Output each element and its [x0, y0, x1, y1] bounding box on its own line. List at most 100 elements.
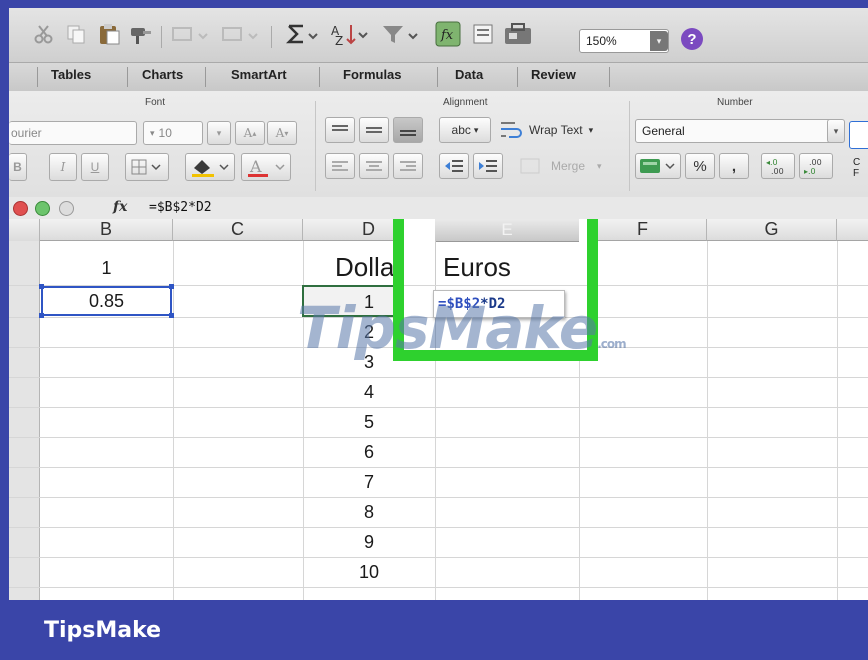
column-header-f[interactable]: F	[579, 219, 707, 241]
row-headers[interactable]	[9, 241, 40, 600]
formula-input[interactable]: =$B$2*D2	[149, 200, 212, 215]
cell-d9[interactable]: 8	[303, 497, 435, 527]
cell-d7[interactable]: 6	[303, 437, 435, 467]
enter-icon[interactable]	[35, 201, 50, 216]
redo-icon[interactable]	[217, 20, 265, 48]
cell-d11[interactable]: 10	[303, 557, 435, 587]
merge-icon	[520, 158, 540, 174]
insert-function-circle-icon[interactable]	[59, 201, 74, 216]
italic-icon[interactable]: I	[49, 153, 77, 181]
selection-handle[interactable]	[169, 284, 174, 289]
standard-toolbar: AZ fx 150% ▾ ?	[9, 8, 868, 62]
font-name-field[interactable]: ourier	[9, 121, 137, 145]
svg-text:.00: .00	[771, 167, 784, 176]
format-painter-icon[interactable]	[127, 20, 155, 48]
merge-button[interactable]: Merge ▾	[519, 153, 619, 179]
watermark-suffix: .com	[597, 337, 626, 351]
tab-divider	[609, 67, 610, 87]
align-middle-icon[interactable]	[359, 117, 389, 143]
conditional-formatting-label: C F	[853, 157, 860, 179]
selection-handle[interactable]	[169, 313, 174, 318]
underline-icon[interactable]: U	[81, 153, 109, 181]
brand-footer: TipsMake	[44, 618, 162, 643]
watermark-text: TipsMake	[297, 294, 598, 362]
toolbox-icon[interactable]	[501, 20, 535, 48]
function-icon[interactable]: fx	[433, 20, 463, 48]
percent-style-button[interactable]: %	[685, 153, 715, 179]
cell-d5[interactable]: 4	[303, 377, 435, 407]
tab-formulas[interactable]: Formulas	[343, 67, 402, 82]
bold-icon[interactable]: B	[9, 153, 27, 181]
align-bottom-icon[interactable]	[393, 117, 423, 143]
cell-d10[interactable]: 9	[303, 527, 435, 557]
font-size-field[interactable]: ▾ 10	[143, 121, 203, 145]
formula-bar: fx =$B$2*D2	[9, 197, 868, 220]
cut-icon[interactable]	[31, 20, 57, 48]
selection-handle[interactable]	[39, 313, 44, 318]
increase-indent-icon[interactable]	[473, 153, 503, 179]
ribbon-tabs: Tables Charts SmartArt Formulas Data Rev…	[9, 62, 868, 92]
grid-line	[707, 241, 708, 600]
column-header-c[interactable]: C	[173, 219, 303, 241]
tab-review[interactable]: Review	[531, 67, 576, 82]
cell-b1[interactable]: 1	[40, 253, 173, 283]
zoom-select[interactable]: 150% ▾	[579, 29, 669, 53]
svg-text:A: A	[249, 157, 262, 176]
cell-d8[interactable]: 7	[303, 467, 435, 497]
tab-divider	[517, 67, 518, 87]
cell-d6[interactable]: 5	[303, 407, 435, 437]
merge-label: Merge	[551, 159, 586, 173]
orientation-button[interactable]: abc ▾	[439, 117, 491, 143]
align-top-icon[interactable]	[325, 117, 355, 143]
filter-icon[interactable]	[379, 20, 425, 48]
tab-divider	[127, 67, 128, 87]
cancel-icon[interactable]	[13, 201, 28, 216]
tab-data[interactable]: Data	[455, 67, 483, 82]
paste-icon[interactable]	[95, 20, 123, 48]
fx-label[interactable]: fx	[113, 199, 127, 215]
worksheet-grid[interactable]: B C D F G 1 0.85 Dollar 1 2 3 4 5 6 7 8 …	[9, 219, 868, 600]
column-header-b[interactable]: B	[40, 219, 173, 241]
comma-style-button[interactable]: ,	[719, 153, 749, 179]
font-size-value: 10	[158, 126, 172, 140]
tab-charts[interactable]: Charts	[142, 67, 183, 82]
toolbar-separator	[271, 26, 272, 48]
accounting-format-icon[interactable]	[635, 153, 681, 179]
sort-icon[interactable]: AZ	[327, 20, 373, 48]
column-header-g[interactable]: G	[707, 219, 837, 241]
decrease-indent-icon[interactable]	[439, 153, 469, 179]
align-left-icon[interactable]	[325, 153, 355, 179]
increase-decimal-icon[interactable]: ◂.0.00	[761, 153, 795, 179]
align-right-icon[interactable]	[393, 153, 423, 179]
conditional-formatting-label-line2: F	[853, 168, 860, 179]
zoom-value: 150%	[586, 34, 617, 48]
number-format-dropdown[interactable]: ▾	[827, 119, 845, 143]
font-color-icon[interactable]: A	[241, 153, 291, 181]
number-format-select[interactable]: General	[635, 119, 835, 143]
ribbon: Font Alignment Number ourier ▾ 10 ▾ A ▴ A…	[9, 91, 868, 198]
copy-icon[interactable]	[63, 20, 89, 48]
selection-handle[interactable]	[39, 284, 44, 289]
font-size-dropdown[interactable]: ▾	[207, 121, 231, 145]
autosum-icon[interactable]	[283, 20, 323, 48]
select-all-corner[interactable]	[9, 219, 40, 241]
help-icon[interactable]: ?	[681, 28, 703, 50]
grid-line	[9, 527, 868, 528]
borders-icon[interactable]	[125, 153, 169, 181]
tab-smartart[interactable]: SmartArt	[231, 67, 287, 82]
alignment-group-title: Alignment	[443, 97, 488, 108]
tab-tables[interactable]: Tables	[51, 67, 91, 82]
conditional-formatting-icon[interactable]	[849, 121, 868, 149]
decrease-decimal-icon[interactable]: .00 ▸.0	[799, 153, 833, 179]
gallery-icon[interactable]	[469, 20, 497, 48]
column-header-h[interactable]	[837, 219, 868, 241]
align-center-icon[interactable]	[359, 153, 389, 179]
increase-font-size-icon[interactable]: A ▴	[235, 121, 265, 145]
decrease-font-size-icon[interactable]: A ▾	[267, 121, 297, 145]
undo-icon[interactable]	[167, 20, 215, 48]
fill-color-icon[interactable]	[185, 153, 235, 181]
chevron-down-icon: ▾	[473, 124, 479, 135]
wrap-text-button[interactable]: Wrap Text ▾	[499, 117, 623, 143]
range-reference-highlight	[41, 286, 172, 316]
tab-divider	[37, 67, 38, 87]
